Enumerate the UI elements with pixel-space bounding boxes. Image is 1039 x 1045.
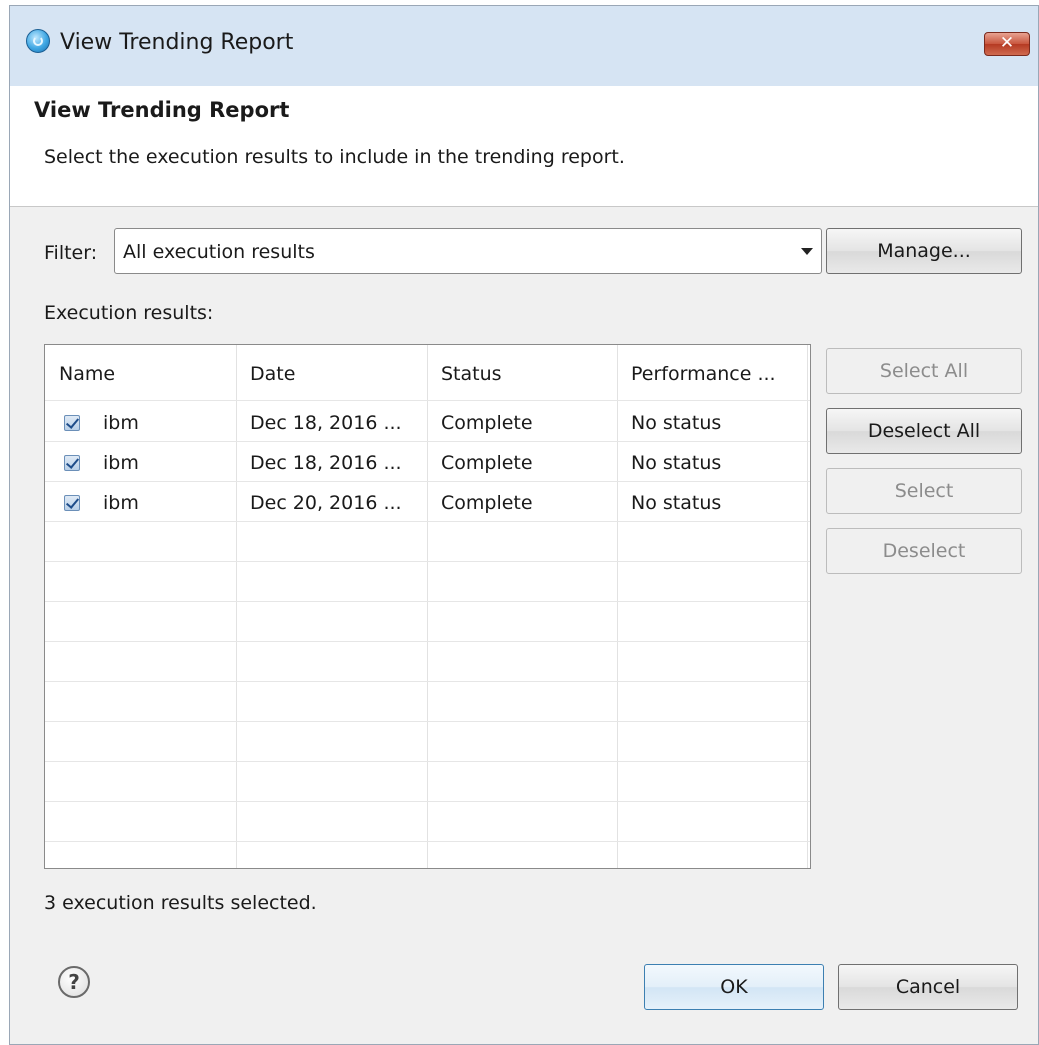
row-checkbox[interactable]: [64, 415, 80, 431]
deselect-button[interactable]: Deselect: [826, 528, 1022, 574]
cell-date: Dec 18, 2016 ...: [250, 452, 402, 474]
row-divider: [45, 721, 810, 722]
column-divider: [236, 345, 237, 868]
help-icon[interactable]: ?: [58, 966, 90, 998]
execution-results-label: Execution results:: [44, 302, 214, 324]
row-divider: [45, 801, 810, 802]
close-button[interactable]: ✕: [984, 32, 1030, 56]
cell-name: ibm: [103, 452, 139, 474]
page-description: Select the execution results to include …: [44, 146, 625, 168]
cell-performance: No status: [631, 452, 722, 474]
select-all-button[interactable]: Select All: [826, 348, 1022, 394]
dialog-header: View Trending Report Select the executio…: [10, 86, 1038, 207]
row-divider: [45, 481, 810, 482]
execution-results-table[interactable]: Name Date Status Performance ... ibm Dec…: [44, 344, 811, 869]
row-divider: [45, 521, 810, 522]
cancel-button[interactable]: Cancel: [838, 964, 1018, 1010]
deselect-all-button[interactable]: Deselect All: [826, 408, 1022, 454]
row-divider: [45, 681, 810, 682]
dialog-window: View Trending Report ✕ View Trending Rep…: [9, 5, 1039, 1045]
title-bar[interactable]: View Trending Report ✕: [10, 6, 1038, 86]
column-header-status[interactable]: Status: [441, 363, 502, 385]
row-checkbox[interactable]: [64, 455, 80, 471]
column-divider: [427, 345, 428, 868]
column-header-performance[interactable]: Performance ...: [631, 363, 776, 385]
cell-name: ibm: [103, 412, 139, 434]
ok-button[interactable]: OK: [644, 964, 824, 1010]
column-header-name[interactable]: Name: [59, 363, 115, 385]
cell-performance: No status: [631, 492, 722, 514]
window-title: View Trending Report: [60, 30, 294, 55]
dropdown-arrow-icon[interactable]: [801, 248, 813, 255]
row-divider: [45, 601, 810, 602]
cell-name: ibm: [103, 492, 139, 514]
row-divider: [45, 761, 810, 762]
row-divider: [45, 841, 810, 842]
column-divider: [807, 345, 808, 868]
cell-date: Dec 20, 2016 ...: [250, 492, 402, 514]
filter-selected-value: All execution results: [123, 241, 315, 263]
select-button[interactable]: Select: [826, 468, 1022, 514]
row-divider: [45, 400, 810, 401]
row-checkbox[interactable]: [64, 495, 80, 511]
row-divider: [45, 561, 810, 562]
page-title: View Trending Report: [34, 98, 290, 122]
filter-label: Filter:: [44, 242, 98, 264]
cell-status: Complete: [441, 452, 533, 474]
selection-status-text: 3 execution results selected.: [44, 892, 317, 914]
cell-performance: No status: [631, 412, 722, 434]
row-divider: [45, 641, 810, 642]
cell-status: Complete: [441, 492, 533, 514]
column-header-date[interactable]: Date: [250, 363, 295, 385]
filter-dropdown[interactable]: All execution results: [114, 228, 822, 274]
app-icon: [26, 29, 50, 53]
manage-button[interactable]: Manage...: [826, 228, 1022, 274]
cell-date: Dec 18, 2016 ...: [250, 412, 402, 434]
column-divider: [617, 345, 618, 868]
cell-status: Complete: [441, 412, 533, 434]
row-divider: [45, 441, 810, 442]
